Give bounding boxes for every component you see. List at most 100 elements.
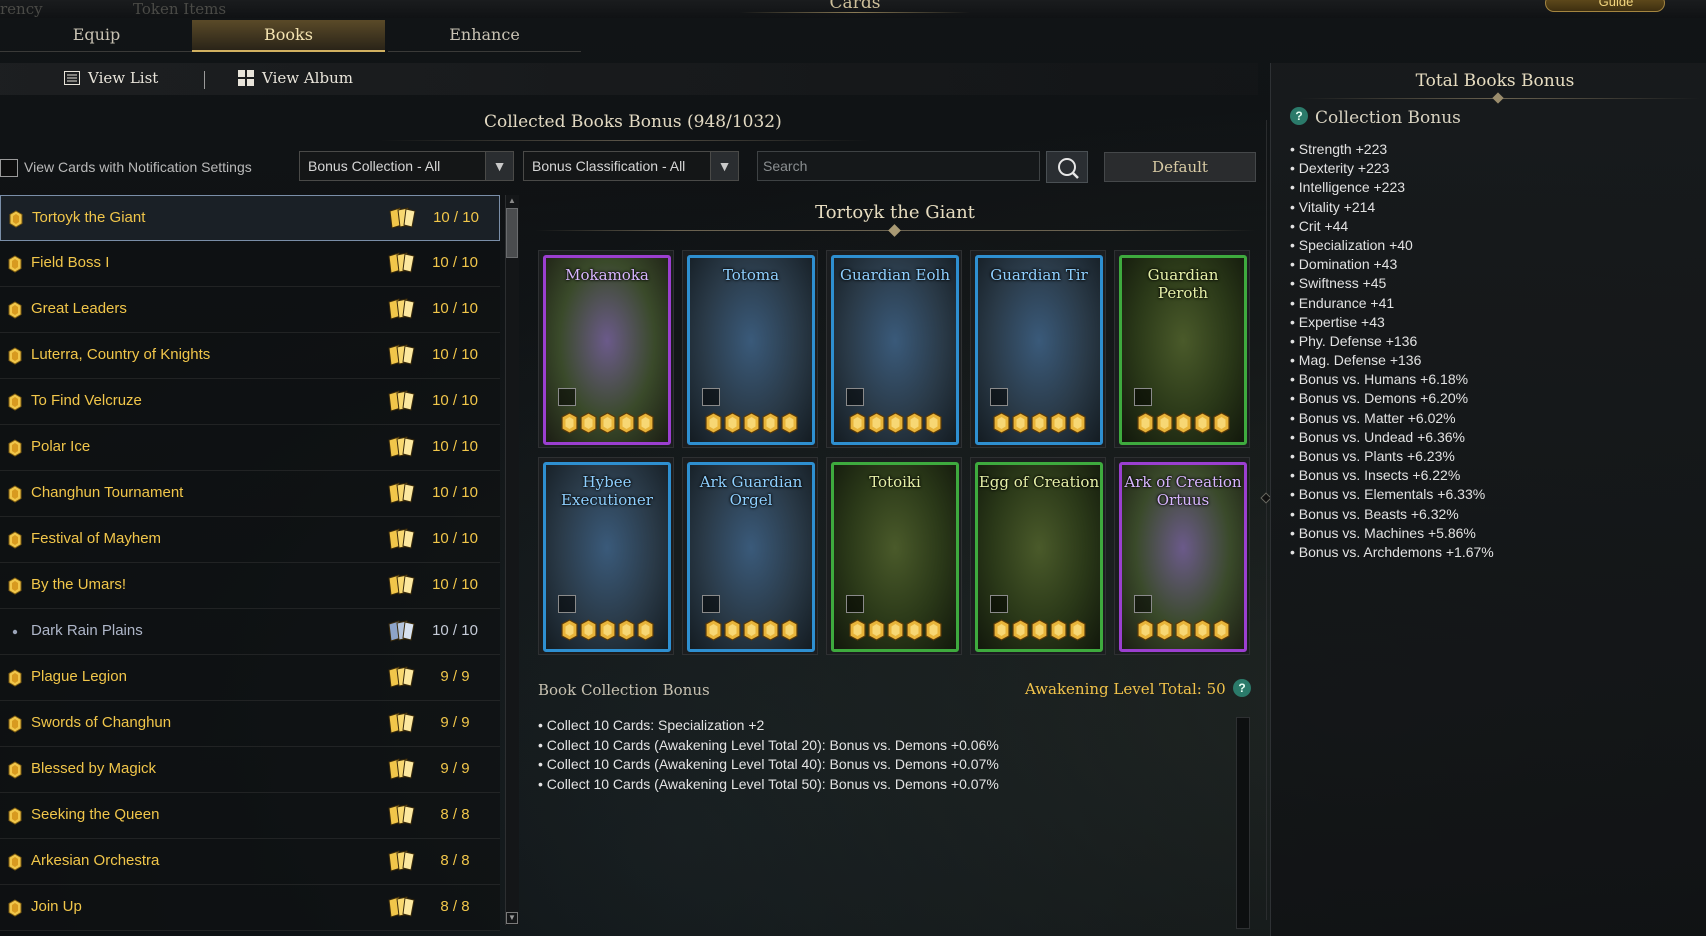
awakening-gem-icon — [1174, 412, 1192, 434]
book-bullet-icon — [8, 715, 22, 733]
book-icon — [386, 250, 416, 276]
book-icon — [386, 434, 416, 460]
book-row[interactable]: Polar Ice 10 / 10 — [0, 425, 500, 471]
book-bullet-icon — [8, 899, 22, 917]
card[interactable]: Guardian Tir — [975, 255, 1103, 445]
awakening-gem-icon — [867, 619, 885, 641]
book-bullet-icon — [8, 807, 22, 825]
book-list: Tortoyk the Giant 10 / 10 Field Boss I 10 /… — [0, 195, 500, 935]
card[interactable]: Egg of Creation — [975, 462, 1103, 652]
book-count: 10 / 10 — [433, 209, 479, 226]
notification-settings-checkbox[interactable] — [0, 159, 18, 177]
card-notification-checkbox[interactable] — [846, 595, 864, 613]
tab-enhance[interactable]: Enhance — [388, 20, 581, 52]
guide-button[interactable]: Guide — [1545, 0, 1665, 12]
awakening-gems — [834, 619, 956, 641]
card-slot[interactable]: Guardian Tir — [970, 250, 1106, 448]
awakening-gem-icon — [704, 412, 722, 434]
card[interactable]: Totoma — [687, 255, 815, 445]
card-notification-checkbox[interactable] — [558, 388, 576, 406]
card-notification-checkbox[interactable] — [702, 595, 720, 613]
card[interactable]: Guardian Eolh — [831, 255, 959, 445]
book-row[interactable]: Changhun Tournament 10 / 10 — [0, 471, 500, 517]
card-slot[interactable]: Ark Guardian Orgel — [682, 457, 818, 655]
default-sort-button[interactable]: Default — [1104, 152, 1256, 182]
book-row[interactable]: Field Boss I 10 / 10 — [0, 241, 500, 287]
card[interactable]: Mokamoka — [543, 255, 671, 445]
card-slot[interactable]: Mokamoka — [538, 250, 674, 448]
card-slot[interactable]: Hybee Executioner — [538, 457, 674, 655]
tab-equip[interactable]: Equip — [0, 20, 193, 52]
scrollbar-thumb[interactable] — [506, 208, 518, 258]
card-notification-checkbox[interactable] — [1134, 388, 1152, 406]
book-row[interactable]: Seeking the Queen 8 / 8 — [0, 793, 500, 839]
card-slot[interactable]: Guardian Eolh — [826, 250, 962, 448]
awakening-gem-icon — [723, 619, 741, 641]
card-name: Guardian Tir — [990, 266, 1088, 284]
total-books-bonus-title: Total Books Bonus — [1415, 71, 1575, 91]
search-input[interactable] — [757, 151, 1040, 181]
help-icon[interactable]: ? — [1233, 679, 1251, 697]
book-row[interactable]: Festival of Mayhem 10 / 10 — [0, 517, 500, 563]
bonus-classification-dropdown[interactable]: Bonus Classification - All ▼ — [523, 151, 739, 181]
card-notification-checkbox[interactable] — [558, 595, 576, 613]
book-row[interactable]: Great Leaders 10 / 10 — [0, 287, 500, 333]
awakening-gem-icon — [780, 619, 798, 641]
scroll-up-arrow[interactable]: ▲ — [506, 196, 518, 206]
book-row[interactable]: Luterra, Country of Knights 10 / 10 — [0, 333, 500, 379]
scroll-down-arrow[interactable]: ▼ — [506, 912, 518, 924]
card-slot[interactable]: Ark of Creation Ortuus — [1114, 457, 1250, 655]
book-row[interactable]: Blessed by Magick 9 / 9 — [0, 747, 500, 793]
card-notification-checkbox[interactable] — [990, 388, 1008, 406]
book-row[interactable]: Arkesian Orchestra 8 / 8 — [0, 839, 500, 885]
stat-line: • Bonus vs. Elementals +6.33% — [1290, 486, 1486, 503]
book-row[interactable]: Swords of Changhun 9 / 9 — [0, 701, 500, 747]
book-name: Festival of Mayhem — [31, 530, 162, 547]
view-list-button[interactable]: View List — [64, 69, 158, 87]
awakening-gem-icon — [924, 619, 942, 641]
book-count: 10 / 10 — [432, 346, 478, 363]
bonus-scrollbar[interactable] — [1236, 717, 1250, 929]
card-notification-checkbox[interactable] — [846, 388, 864, 406]
card-notification-checkbox[interactable] — [702, 388, 720, 406]
card-slot[interactable]: Totoiki — [826, 457, 962, 655]
book-count: 10 / 10 — [432, 438, 478, 455]
awakening-gem-icon — [1136, 619, 1154, 641]
card[interactable]: Hybee Executioner — [543, 462, 671, 652]
awakening-gem-icon — [1155, 412, 1173, 434]
book-row[interactable]: Plague Legion 9 / 9 — [0, 655, 500, 701]
card[interactable]: Ark Guardian Orgel — [687, 462, 815, 652]
search-button[interactable] — [1046, 151, 1088, 183]
card[interactable]: Ark of Creation Ortuus — [1119, 462, 1247, 652]
help-icon[interactable]: ? — [1290, 107, 1308, 125]
faint-currency-text: rency — [0, 0, 43, 18]
view-album-button[interactable]: View Album — [238, 69, 353, 87]
awakening-gem-icon — [848, 619, 866, 641]
card-notification-checkbox[interactable] — [990, 595, 1008, 613]
stat-line: • Endurance +41 — [1290, 294, 1395, 311]
book-row[interactable]: Join Up 8 / 8 — [0, 885, 500, 931]
tab-books[interactable]: Books — [192, 20, 385, 52]
book-name: Tortoyk the Giant — [32, 209, 146, 226]
book-name: Join Up — [31, 898, 82, 915]
book-row[interactable]: By the Umars! 10 / 10 — [0, 563, 500, 609]
awakening-gem-icon — [1193, 619, 1211, 641]
stat-line: • Bonus vs. Machines +5.86% — [1290, 524, 1476, 541]
book-row[interactable]: To Find Velcruze 10 / 10 — [0, 379, 500, 425]
book-list-scrollbar[interactable] — [505, 195, 519, 925]
book-name: By the Umars! — [31, 576, 127, 593]
stat-line: • Swiftness +45 — [1290, 275, 1387, 292]
book-icon — [386, 710, 416, 736]
bonus-collection-dropdown[interactable]: Bonus Collection - All ▼ — [299, 151, 514, 181]
book-row[interactable]: Dark Rain Plains 10 / 10 — [0, 609, 500, 655]
awakening-gems — [546, 619, 668, 641]
awakening-gem-icon — [560, 619, 578, 641]
card[interactable]: Guardian Peroth — [1119, 255, 1247, 445]
card[interactable]: Totoiki — [831, 462, 959, 652]
card-slot[interactable]: Totoma — [682, 250, 818, 448]
card-slot[interactable]: Egg of Creation — [970, 457, 1106, 655]
card-notification-checkbox[interactable] — [1134, 595, 1152, 613]
book-count: 10 / 10 — [432, 484, 478, 501]
book-row[interactable]: Tortoyk the Giant 10 / 10 — [0, 195, 500, 241]
card-slot[interactable]: Guardian Peroth — [1114, 250, 1250, 448]
